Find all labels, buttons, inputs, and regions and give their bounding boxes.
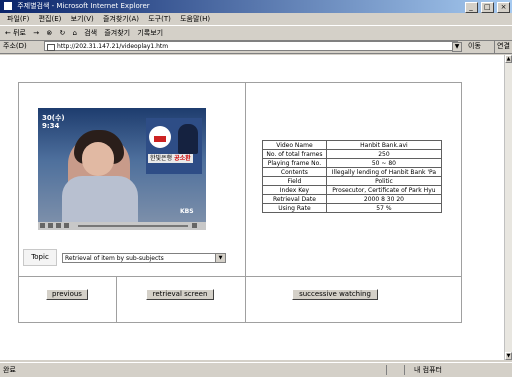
page-icon bbox=[47, 44, 55, 51]
successive-watching-button[interactable]: successive watching bbox=[292, 289, 378, 300]
caption-name: 공소환 bbox=[174, 155, 191, 162]
row-key: Index Key bbox=[262, 185, 327, 195]
address-input[interactable]: http://202.31.147.21/videoplay1.htm bbox=[44, 41, 458, 51]
retrieval-screen-button[interactable]: retrieval screen bbox=[146, 289, 214, 300]
status-divider bbox=[386, 365, 387, 375]
row-key: Video Name bbox=[262, 140, 327, 150]
table-row: Using Rate 57 % bbox=[262, 203, 443, 213]
anchor-face bbox=[82, 142, 114, 176]
toolbar: ← 뒤로 → ⊗ ↻ ⌂ 검색 즐겨찾기 기록보기 bbox=[0, 25, 512, 41]
row-key: Playing frame No. bbox=[262, 158, 327, 168]
status-text: 완료 bbox=[3, 366, 16, 374]
table-row: Contents Illegally lending of Hanbit Bank… bbox=[262, 167, 443, 177]
inset-person bbox=[178, 124, 198, 154]
video-timestamp: 30(수) 9:34 bbox=[42, 114, 65, 130]
address-dropdown-icon[interactable]: ▼ bbox=[452, 42, 462, 52]
news-caption: 한빛은행 공소환 bbox=[148, 154, 193, 163]
status-bar: 완료 내 컴퓨터 bbox=[0, 362, 512, 377]
back-button[interactable]: ← 뒤로 bbox=[5, 29, 26, 37]
scroll-up-icon[interactable]: ▲ bbox=[505, 55, 512, 63]
menu-file[interactable]: 파일(F) bbox=[7, 15, 29, 23]
volume-icon[interactable] bbox=[192, 223, 197, 228]
row-value: Prosecutor, Certificate of Park Hyu bbox=[325, 185, 443, 195]
window-title: 주제별검색 - Microsoft Internet Explorer bbox=[17, 2, 150, 10]
table-row: Index Key Prosecutor, Certificate of Park… bbox=[262, 185, 443, 195]
pause-icon[interactable] bbox=[48, 223, 53, 228]
bank-logo-mark bbox=[154, 136, 166, 142]
play-icon[interactable] bbox=[40, 223, 45, 228]
go-button[interactable]: 이동 bbox=[468, 40, 481, 53]
security-zone: 내 컴퓨터 bbox=[414, 366, 442, 374]
row-key: Field bbox=[262, 176, 327, 186]
refresh-button[interactable]: ↻ bbox=[59, 29, 65, 37]
video-controls[interactable] bbox=[38, 222, 206, 230]
table-row: Video Name Hanbit Bank.avi bbox=[262, 140, 443, 150]
anchor-suit bbox=[62, 176, 138, 222]
title-bar: 주제별검색 - Microsoft Internet Explorer _ □ … bbox=[0, 0, 512, 13]
minimize-button[interactable]: _ bbox=[464, 2, 478, 13]
topic-label: Topic bbox=[23, 249, 57, 266]
address-bar: 주소(D) http://202.31.147.21/videoplay1.ht… bbox=[0, 40, 512, 54]
row-value: 250 bbox=[325, 149, 443, 159]
table-row: Playing frame No. 50 ~ 80 bbox=[262, 158, 443, 168]
forward-button[interactable]: → bbox=[33, 29, 39, 37]
video-info-table: Video Name Hanbit Bank.avi No. of total f… bbox=[262, 140, 443, 213]
video-seek-track[interactable] bbox=[78, 225, 188, 227]
row-value: Illegally lending of Hanbit Bank 'Pa bbox=[325, 167, 443, 177]
menu-favorites[interactable]: 즐겨찾기(A) bbox=[103, 15, 139, 23]
row-value: 50 ~ 80 bbox=[325, 158, 443, 168]
previous-button[interactable]: previous bbox=[46, 289, 88, 300]
table-row: No. of total frames 250 bbox=[262, 149, 443, 159]
row-value: 57 % bbox=[325, 203, 443, 213]
stop-icon[interactable] bbox=[56, 223, 61, 228]
home-button[interactable]: ⌂ bbox=[73, 29, 77, 37]
history-button[interactable]: 기록보기 bbox=[137, 29, 163, 37]
topic-selected-value: Retrieval of item by sub-subjects bbox=[65, 255, 164, 262]
menu-tools[interactable]: 도구(T) bbox=[148, 15, 171, 23]
menu-edit[interactable]: 편집(E) bbox=[39, 15, 62, 23]
menu-bar: 파일(F) 편집(E) 보기(V) 즐겨찾기(A) 도구(T) 도움말(H) bbox=[0, 13, 512, 25]
favorites-button[interactable]: 즐겨찾기 bbox=[104, 29, 130, 37]
layout-divider bbox=[116, 277, 117, 323]
links-button[interactable]: 연결 bbox=[494, 40, 510, 53]
vertical-scrollbar[interactable]: ▲ ▼ bbox=[504, 55, 512, 360]
topic-select[interactable]: Retrieval of item by sub-subjects ▼ bbox=[62, 253, 226, 263]
channel-logo: KBS bbox=[180, 208, 194, 215]
status-divider bbox=[404, 365, 405, 375]
table-row: Field Politic bbox=[262, 176, 443, 186]
stop-button[interactable]: ⊗ bbox=[46, 29, 52, 37]
address-label: 주소(D) bbox=[3, 42, 27, 50]
row-value: 2000 8 30 20 bbox=[325, 194, 443, 204]
scroll-down-icon[interactable]: ▼ bbox=[505, 352, 512, 360]
ie-icon bbox=[4, 2, 12, 10]
close-button[interactable]: × bbox=[497, 2, 510, 13]
menu-view[interactable]: 보기(V) bbox=[71, 15, 94, 23]
seek-icon[interactable] bbox=[64, 223, 69, 228]
layout-divider bbox=[18, 276, 462, 277]
video-player[interactable]: 한빛은행 공소환 30(수) 9:34 KBS bbox=[38, 108, 206, 230]
menu-help[interactable]: 도움말(H) bbox=[180, 15, 210, 23]
table-row: Retrieval Date 2000 8 30 20 bbox=[262, 194, 443, 204]
row-key: No. of total frames bbox=[262, 149, 327, 159]
dropdown-arrow-icon[interactable]: ▼ bbox=[215, 254, 225, 262]
row-key: Contents bbox=[262, 167, 327, 177]
row-key: Retrieval Date bbox=[262, 194, 327, 204]
layout-divider bbox=[245, 82, 246, 323]
row-value: Hanbit Bank.avi bbox=[325, 140, 443, 150]
address-url: http://202.31.147.21/videoplay1.htm bbox=[57, 43, 169, 50]
row-key: Using Rate bbox=[262, 203, 327, 213]
search-button[interactable]: 검색 bbox=[84, 29, 97, 37]
row-value: Politic bbox=[325, 176, 443, 186]
maximize-button[interactable]: □ bbox=[480, 2, 494, 13]
